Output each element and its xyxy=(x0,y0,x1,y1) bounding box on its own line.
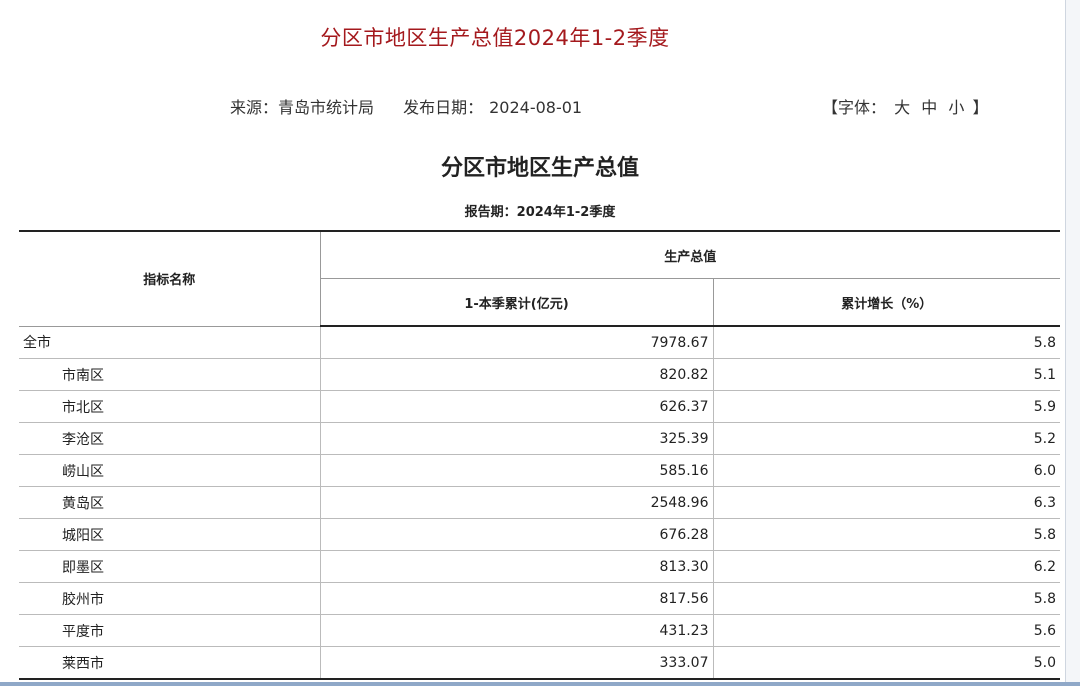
window-right-edge xyxy=(1065,0,1080,686)
table-row: 即墨区 813.30 6.2 xyxy=(19,550,1060,583)
row-growth: 5.9 xyxy=(712,390,1060,423)
header-gdp-group: 生产总值 xyxy=(319,230,1060,279)
row-value: 626.37 xyxy=(319,390,714,423)
row-growth: 5.6 xyxy=(712,614,1060,647)
font-size-large-link[interactable]: 大 xyxy=(894,98,910,117)
table-row: 城阳区 676.28 5.8 xyxy=(19,518,1060,551)
row-growth: 6.2 xyxy=(712,550,1060,583)
row-value: 820.82 xyxy=(319,358,714,391)
row-growth: 6.0 xyxy=(712,454,1060,487)
row-name: 市北区 xyxy=(19,390,321,423)
row-name: 崂山区 xyxy=(19,454,321,487)
row-name: 城阳区 xyxy=(19,518,321,551)
window-bottom-edge xyxy=(0,682,1080,686)
publish-date-value: 2024-08-01 xyxy=(489,98,583,117)
table-row: 崂山区 585.16 6.0 xyxy=(19,454,1060,487)
font-size-label: 【字体： xyxy=(822,98,887,117)
row-name: 胶州市 xyxy=(19,582,321,615)
row-name: 黄岛区 xyxy=(19,486,321,519)
row-value: 431.23 xyxy=(319,614,714,647)
article-meta: 来源：青岛市统计局 发布日期： 2024-08-01 xyxy=(230,94,588,118)
header-cumulative-value: 1-本季累计(亿元) xyxy=(320,278,714,327)
row-name: 即墨区 xyxy=(19,550,321,583)
row-value: 585.16 xyxy=(319,454,714,487)
font-size-control: 【字体： 大 中 小 】 xyxy=(822,94,988,118)
row-value: 2548.96 xyxy=(319,486,714,519)
row-growth: 5.2 xyxy=(712,422,1060,455)
row-value: 813.30 xyxy=(319,550,714,583)
header-cumulative-growth: 累计增长（%） xyxy=(712,278,1060,327)
row-name: 李沧区 xyxy=(19,422,321,455)
page-title: 分区市地区生产总值2024年1-2季度 xyxy=(320,26,670,50)
row-value: 7978.67 xyxy=(319,326,714,359)
gdp-table: 指标名称 生产总值 1-本季累计(亿元) 累计增长（%） 全市 7978.67 … xyxy=(19,230,1060,680)
report-period: 报告期：2024年1-2季度 xyxy=(464,205,616,220)
table-row: 李沧区 325.39 5.2 xyxy=(19,422,1060,455)
row-growth: 5.8 xyxy=(712,518,1060,551)
table-row: 全市 7978.67 5.8 xyxy=(19,326,1060,359)
row-value: 676.28 xyxy=(319,518,714,551)
table-row: 胶州市 817.56 5.8 xyxy=(19,582,1060,615)
row-growth: 5.0 xyxy=(712,646,1060,680)
row-growth: 5.1 xyxy=(712,358,1060,391)
table-row: 黄岛区 2548.96 6.3 xyxy=(19,486,1060,519)
row-growth: 6.3 xyxy=(712,486,1060,519)
row-growth: 5.8 xyxy=(712,582,1060,615)
row-growth: 5.8 xyxy=(712,326,1060,359)
row-name: 平度市 xyxy=(19,614,321,647)
header-indicator: 指标名称 xyxy=(19,230,321,327)
row-name: 莱西市 xyxy=(19,646,321,680)
table-row: 平度市 431.23 5.6 xyxy=(19,614,1060,647)
row-name: 市南区 xyxy=(19,358,321,391)
font-size-medium-link[interactable]: 中 xyxy=(921,98,937,117)
table-title: 分区市地区生产总值 xyxy=(440,156,639,181)
row-name: 全市 xyxy=(19,326,321,359)
row-value: 325.39 xyxy=(319,422,714,455)
font-size-bracket-close: 】 xyxy=(972,98,989,117)
publish-date-label: 发布日期： xyxy=(403,98,484,117)
table-row: 莱西市 333.07 5.0 xyxy=(19,646,1060,680)
row-value: 817.56 xyxy=(319,582,714,615)
row-value: 333.07 xyxy=(319,646,714,680)
source-text: 来源：青岛市统计局 xyxy=(230,98,375,117)
table-row: 市北区 626.37 5.9 xyxy=(19,390,1060,423)
table-row: 市南区 820.82 5.1 xyxy=(19,358,1060,391)
font-size-small-link[interactable]: 小 xyxy=(948,98,964,117)
